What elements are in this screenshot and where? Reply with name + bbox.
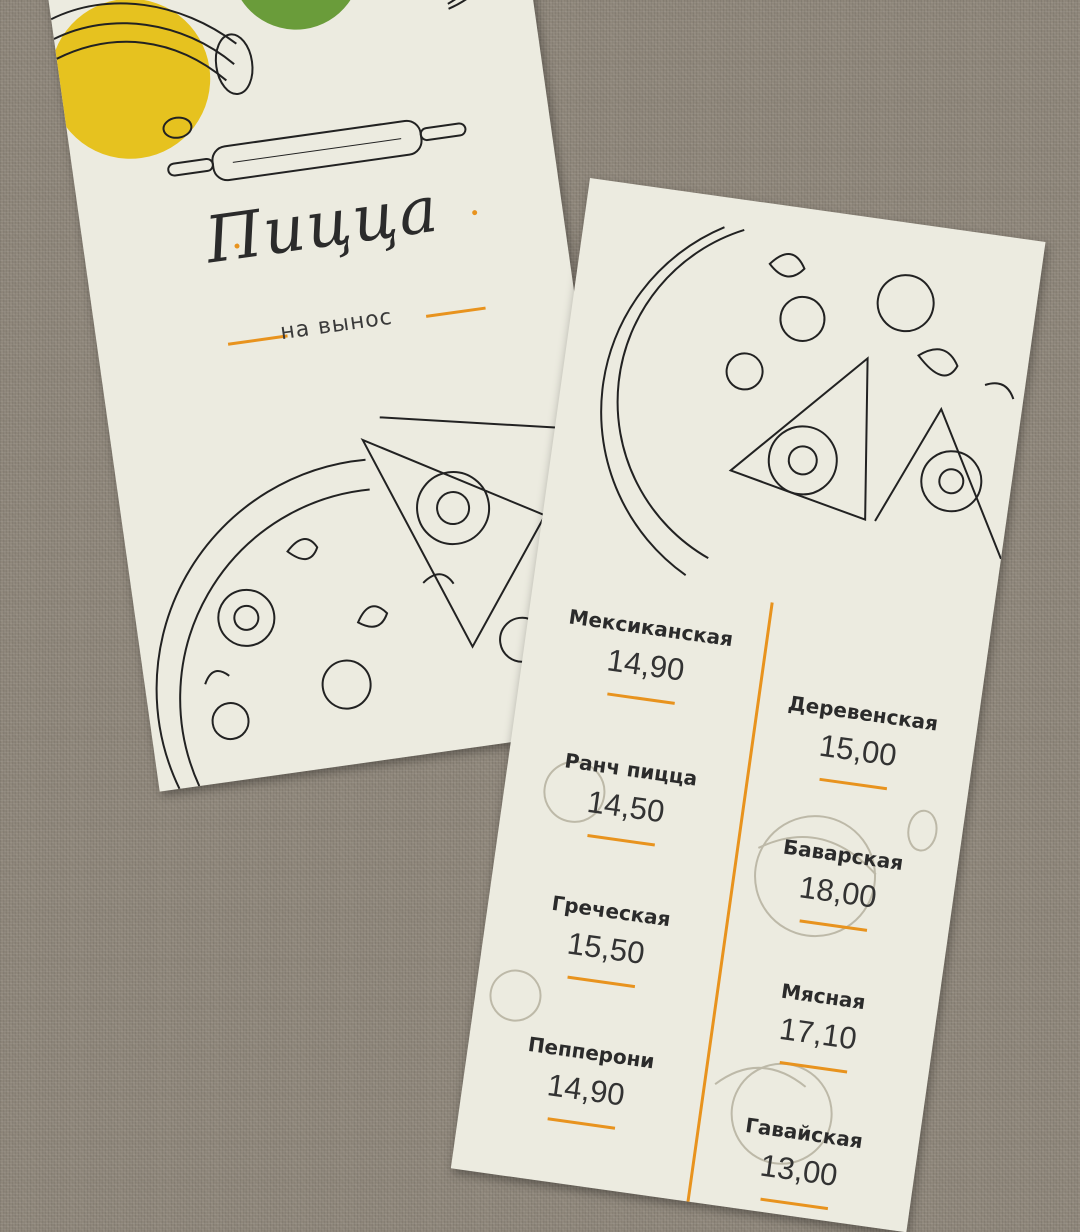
- pizza-sketch-icon: [600, 226, 1015, 576]
- green-circle: [230, 0, 361, 30]
- yellow-circle: [50, 0, 211, 159]
